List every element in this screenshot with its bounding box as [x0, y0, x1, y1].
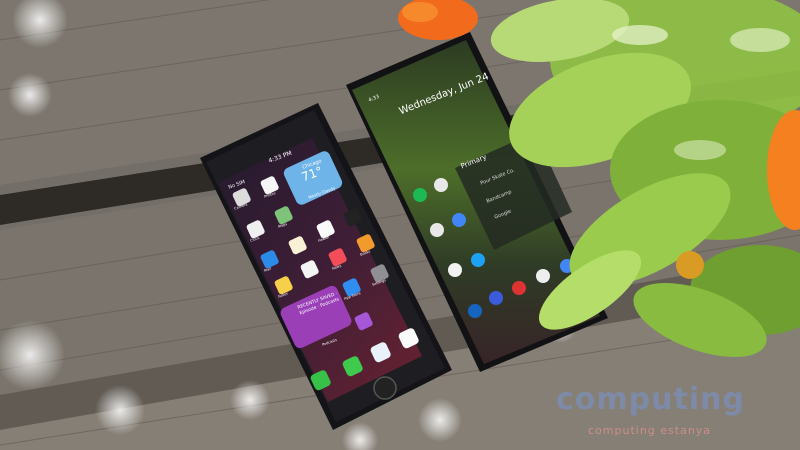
twitter-icon[interactable] [471, 253, 485, 267]
youtube-icon[interactable] [512, 281, 526, 295]
phone-app-icon[interactable] [468, 304, 482, 318]
maps-app-icon[interactable] [430, 223, 444, 237]
watermark-brand: computing [556, 382, 745, 417]
home-button[interactable] [373, 376, 397, 400]
watermark-url: computing estanya [588, 424, 712, 437]
chrome-icon[interactable] [434, 178, 448, 192]
google-icon[interactable] [536, 269, 550, 283]
messages-app-icon[interactable] [489, 291, 503, 305]
spotify-icon[interactable] [413, 188, 427, 202]
photos-app-icon[interactable] [452, 213, 466, 227]
gmail-icon[interactable] [448, 263, 462, 277]
